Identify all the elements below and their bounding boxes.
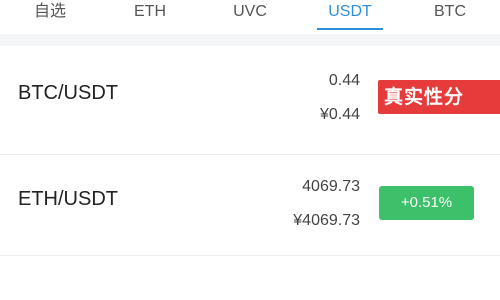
last-price: 0.44 [328,72,360,89]
market-row-btc-usdt[interactable]: BTC/USDT 0.44 ¥0.44 真实性分 [0,56,500,146]
section-separator [0,34,500,46]
market-row-eth-usdt[interactable]: ETH/USDT 4069.73 ¥4069.73 +0.51% [0,162,500,252]
tab-favorites[interactable]: 自选 [0,0,100,34]
market-tabs: 自选 ETH UVC USDT BTC [0,0,500,34]
change-badge[interactable]: 真实性分 [378,80,500,114]
tab-btc[interactable]: BTC [400,0,500,34]
cny-price: ¥4069.73 [293,212,360,229]
row-divider [0,255,500,256]
pair-name: BTC/USDT [18,82,118,104]
tab-usdt[interactable]: USDT [300,0,400,34]
tab-eth[interactable]: ETH [100,0,200,34]
row-divider [0,154,500,155]
tab-uvc[interactable]: UVC [200,0,300,34]
change-badge[interactable]: +0.51% [379,186,474,220]
pair-name: ETH/USDT [18,188,118,210]
cny-price: ¥0.44 [319,106,360,123]
last-price: 4069.73 [302,178,360,195]
